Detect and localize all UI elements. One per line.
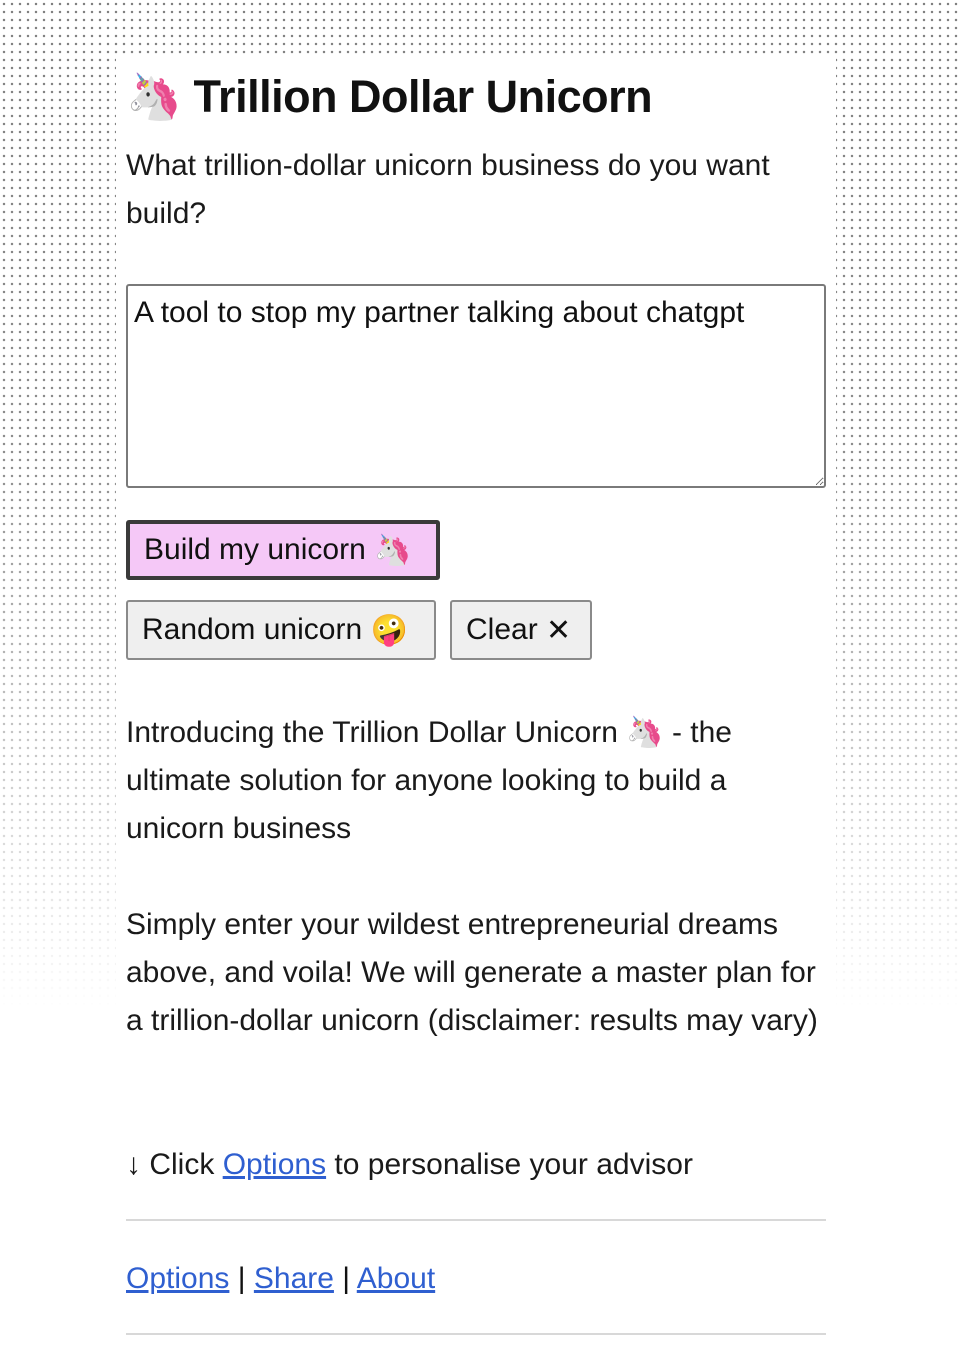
footer-separator: | xyxy=(237,1262,246,1295)
hint-text-start: Click xyxy=(149,1148,215,1181)
build-unicorn-label: Build my unicorn xyxy=(144,533,366,566)
arrow-down-icon: ↓ xyxy=(126,1148,141,1181)
zany-face-icon: 🤪 xyxy=(370,612,408,648)
options-hint: ↓ Click Options to personalise your advi… xyxy=(126,1141,826,1189)
unicorn-icon: 🦄 xyxy=(626,715,664,750)
close-icon: ✕ xyxy=(546,613,572,647)
intro-paragraph: Introducing the Trillion Dollar Unicorn … xyxy=(126,709,826,853)
divider-top xyxy=(126,1219,826,1221)
prompt-text: What trillion-dollar unicorn business do… xyxy=(126,149,770,230)
clear-button[interactable]: Clear ✕ xyxy=(450,600,592,660)
intro-text-start: Introducing the Trillion Dollar Unicorn xyxy=(126,716,618,749)
unicorn-icon: 🦄 xyxy=(374,532,412,568)
unicorn-icon: 🦄 xyxy=(126,70,182,123)
random-unicorn-button[interactable]: Random unicorn 🤪 xyxy=(126,600,436,660)
footer-options-link[interactable]: Options xyxy=(126,1262,229,1295)
idea-input[interactable]: A tool to stop my partner talking about … xyxy=(126,284,826,488)
description-paragraph: Simply enter your wildest entrepreneuria… xyxy=(126,908,818,1037)
footer-separator: | xyxy=(342,1262,351,1295)
page-title-text: Trillion Dollar Unicorn xyxy=(193,71,653,122)
options-hint-link[interactable]: Options xyxy=(223,1148,326,1181)
page-title: 🦄 Trillion Dollar Unicorn xyxy=(126,70,653,123)
hint-text-end: to personalise your advisor xyxy=(334,1148,693,1181)
footer-share-link[interactable]: Share xyxy=(254,1262,334,1295)
footer-nav: Options | Share | About xyxy=(126,1255,435,1303)
footer-about-link[interactable]: About xyxy=(357,1262,435,1295)
clear-label: Clear xyxy=(466,613,538,646)
random-unicorn-label: Random unicorn xyxy=(142,613,363,646)
build-unicorn-button[interactable]: Build my unicorn 🦄 xyxy=(126,520,440,580)
divider-bottom xyxy=(126,1333,826,1335)
